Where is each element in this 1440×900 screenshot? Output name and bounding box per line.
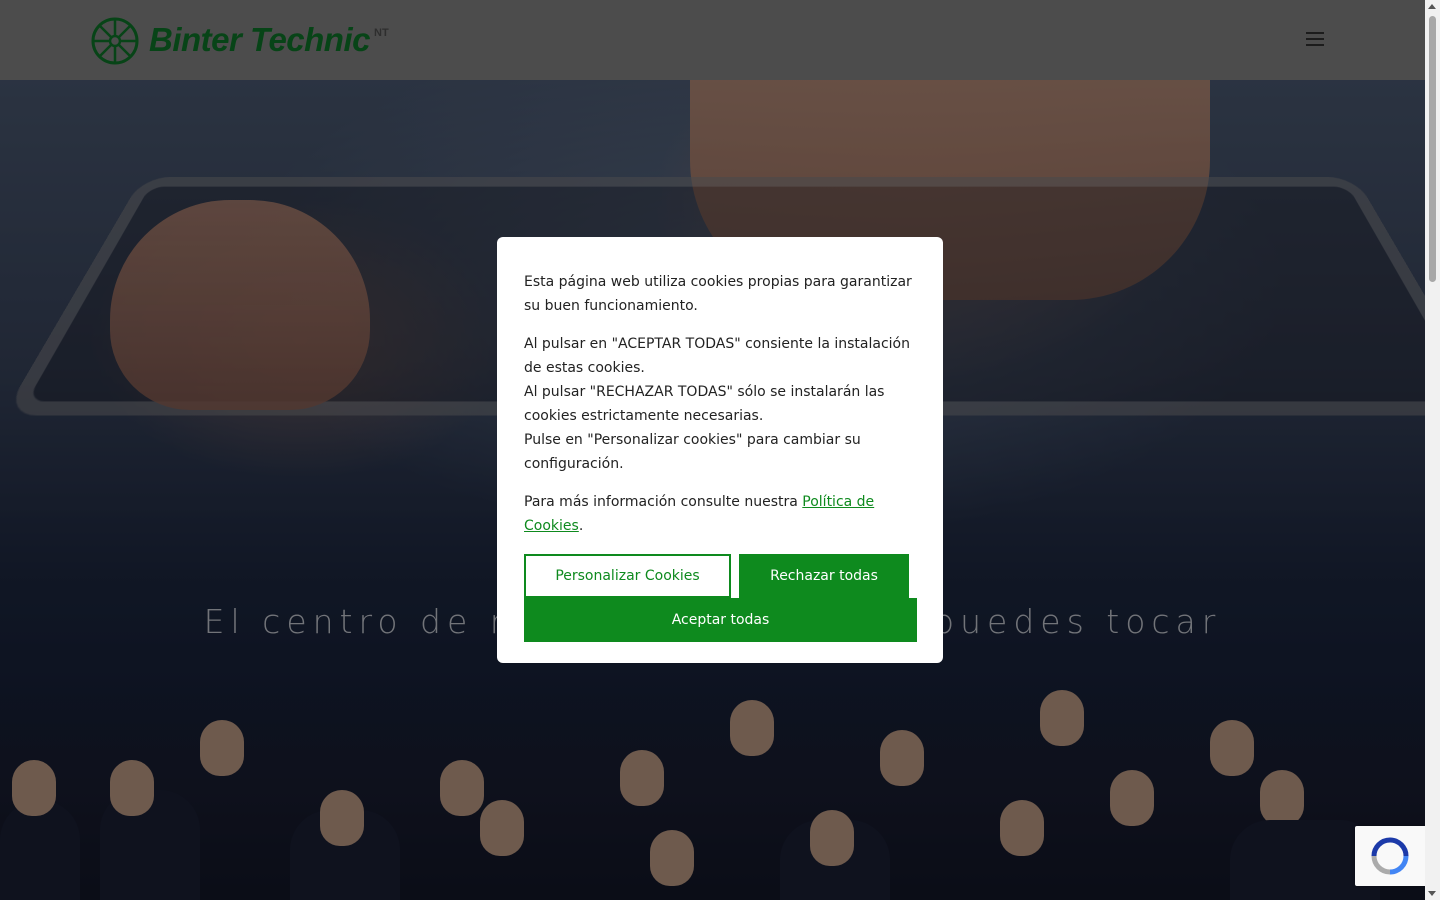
cookie-info-suffix: . bbox=[579, 518, 583, 534]
scrollbar-thumb[interactable] bbox=[1429, 16, 1436, 282]
page-scrollbar[interactable] bbox=[1425, 0, 1440, 900]
cookie-reject-instruction: Al pulsar "RECHAZAR TODAS" sólo se insta… bbox=[524, 384, 884, 424]
recaptcha-icon bbox=[1370, 836, 1410, 876]
scroll-down-arrow-icon[interactable] bbox=[1428, 891, 1436, 896]
cookie-instructions: Al pulsar en "ACEPTAR TODAS" consiente l… bbox=[524, 332, 916, 476]
cookie-accept-instruction: Al pulsar en "ACEPTAR TODAS" consiente l… bbox=[524, 336, 910, 376]
customize-cookies-button[interactable]: Personalizar Cookies bbox=[524, 554, 731, 598]
reject-all-button[interactable]: Rechazar todas bbox=[739, 554, 909, 598]
cookie-customize-instruction: Pulse en "Personalizar cookies" para cam… bbox=[524, 432, 861, 472]
recaptcha-badge[interactable] bbox=[1355, 826, 1425, 886]
cookie-intro-text: Esta página web utiliza cookies propias … bbox=[524, 270, 916, 318]
scroll-up-arrow-icon[interactable] bbox=[1428, 4, 1436, 9]
accept-all-button[interactable]: Aceptar todas bbox=[524, 598, 917, 642]
cookie-info-text: Para más información consulte nuestra Po… bbox=[524, 490, 916, 538]
cookie-consent-modal: Esta página web utiliza cookies propias … bbox=[497, 237, 943, 663]
cookie-info-prefix: Para más información consulte nuestra bbox=[524, 494, 802, 510]
